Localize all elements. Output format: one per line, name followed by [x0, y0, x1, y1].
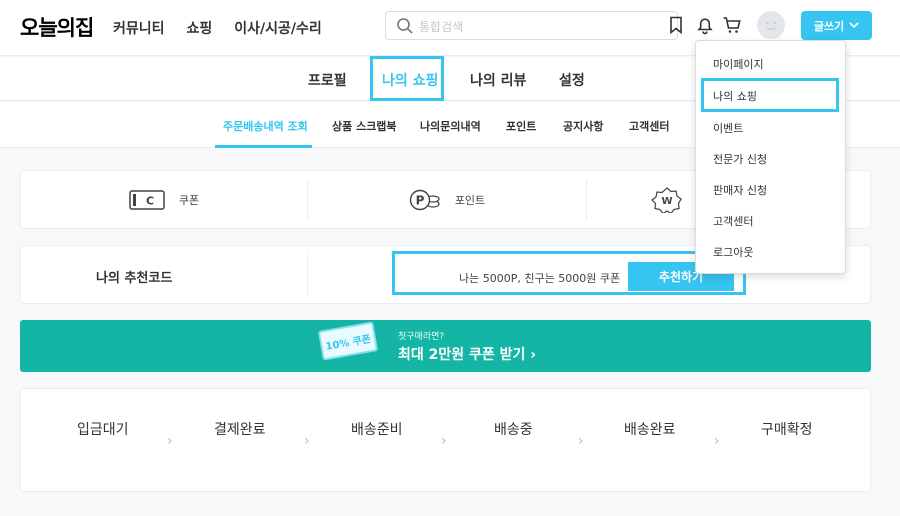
avatar[interactable]	[757, 11, 785, 39]
grade-icon-text: W	[661, 196, 672, 207]
logo[interactable]: 오늘의집	[20, 12, 94, 42]
point-cell[interactable]: P 포인트	[308, 171, 586, 228]
menu-item-events[interactable]: 이벤트	[713, 120, 743, 136]
menu-item-logout[interactable]: 로그아웃	[713, 244, 753, 260]
step-delivered[interactable]: 배송완료	[624, 419, 676, 439]
chevron-right-icon: ›	[714, 433, 720, 449]
step-awaiting-payment[interactable]: 입금대기	[77, 419, 129, 439]
coupon-icon-text: C	[146, 194, 154, 207]
point-label: 포인트	[454, 193, 486, 207]
referral-highlight-box	[392, 251, 746, 295]
menu-item-customer-center[interactable]: 고객센터	[713, 213, 753, 229]
chevron-right-icon: ›	[167, 433, 173, 449]
search-icon	[397, 18, 413, 34]
menu-highlight-box	[701, 78, 839, 112]
banner-title: 최대 2만원 쿠폰 받기 ›	[398, 344, 536, 364]
subtab-customer-center[interactable]: 고객센터	[629, 118, 669, 134]
search-input[interactable]: 통합검색	[385, 11, 678, 40]
menu-item-mypage[interactable]: 마이페이지	[713, 56, 764, 72]
tab-settings[interactable]: 설정	[559, 70, 585, 90]
chevron-down-icon	[849, 22, 859, 29]
coupon-icon: C	[129, 189, 165, 210]
tab-profile[interactable]: 프로필	[308, 70, 347, 90]
coupon-label: 쿠폰	[178, 193, 200, 207]
menu-item-expert-apply[interactable]: 전문가 신청	[713, 151, 767, 167]
first-purchase-banner[interactable]: 10% 쿠폰 첫구매라면? 최대 2만원 쿠폰 받기 ›	[20, 320, 871, 372]
bookmark-icon[interactable]	[666, 15, 686, 35]
tab-highlight-box	[370, 56, 444, 101]
nav-moving[interactable]: 이사/시공/수리	[234, 18, 322, 38]
chevron-right-icon: ›	[578, 433, 584, 449]
banner-title-text: 최대 2만원 쿠폰 받기	[398, 347, 526, 363]
chevron-right-icon: ›	[441, 433, 447, 449]
grade-icon: W	[651, 186, 682, 213]
chevron-right-icon: ›	[304, 433, 310, 449]
main-nav: 커뮤니티 쇼핑 이사/시공/수리	[113, 18, 322, 38]
step-shipping[interactable]: 배송중	[494, 419, 533, 439]
write-button[interactable]: 글쓰기	[801, 11, 872, 40]
search-placeholder: 통합검색	[419, 20, 464, 34]
step-preparing[interactable]: 배송준비	[351, 419, 403, 439]
bell-icon[interactable]	[695, 15, 715, 35]
referral-label: 나의 추천코드	[96, 271, 173, 286]
user-dropdown-menu: 마이페이지 나의 쇼핑 이벤트 전문가 신청 판매자 신청 고객센터 로그아웃	[695, 40, 846, 274]
chevron-right-icon: ›	[530, 347, 537, 363]
write-button-label: 글쓰기	[813, 19, 845, 33]
subtab-points[interactable]: 포인트	[506, 118, 536, 134]
nav-community[interactable]: 커뮤니티	[113, 18, 165, 38]
order-status-card: 입금대기 › 결제완료 › 배송준비 › 배송중 › 배송완료 › 구매확정	[20, 388, 871, 492]
divider	[307, 254, 308, 295]
nav-shopping[interactable]: 쇼핑	[187, 18, 213, 38]
face-icon	[766, 21, 776, 31]
point-icon: P	[409, 189, 440, 210]
banner-subtitle: 첫구매라면?	[398, 332, 445, 342]
menu-item-seller-apply[interactable]: 판매자 신청	[713, 182, 767, 198]
subtab-inquiries[interactable]: 나의문의내역	[420, 118, 481, 134]
step-payment-complete[interactable]: 결제완료	[214, 419, 266, 439]
active-subtab-indicator	[215, 145, 312, 148]
coupon-cell[interactable]: C 쿠폰	[21, 171, 307, 228]
tab-my-reviews[interactable]: 나의 리뷰	[470, 70, 526, 90]
subtab-scrapbook[interactable]: 상품 스크랩북	[332, 118, 397, 134]
coupon-ticket-icon: 10% 쿠폰	[317, 321, 379, 361]
cart-icon[interactable]	[722, 15, 742, 35]
point-icon-text: P	[415, 193, 424, 207]
subtab-order-history[interactable]: 주문배송내역 조회	[223, 118, 308, 134]
step-purchase-confirmed[interactable]: 구매확정	[761, 419, 813, 439]
subtab-notices[interactable]: 공지사항	[563, 118, 603, 134]
